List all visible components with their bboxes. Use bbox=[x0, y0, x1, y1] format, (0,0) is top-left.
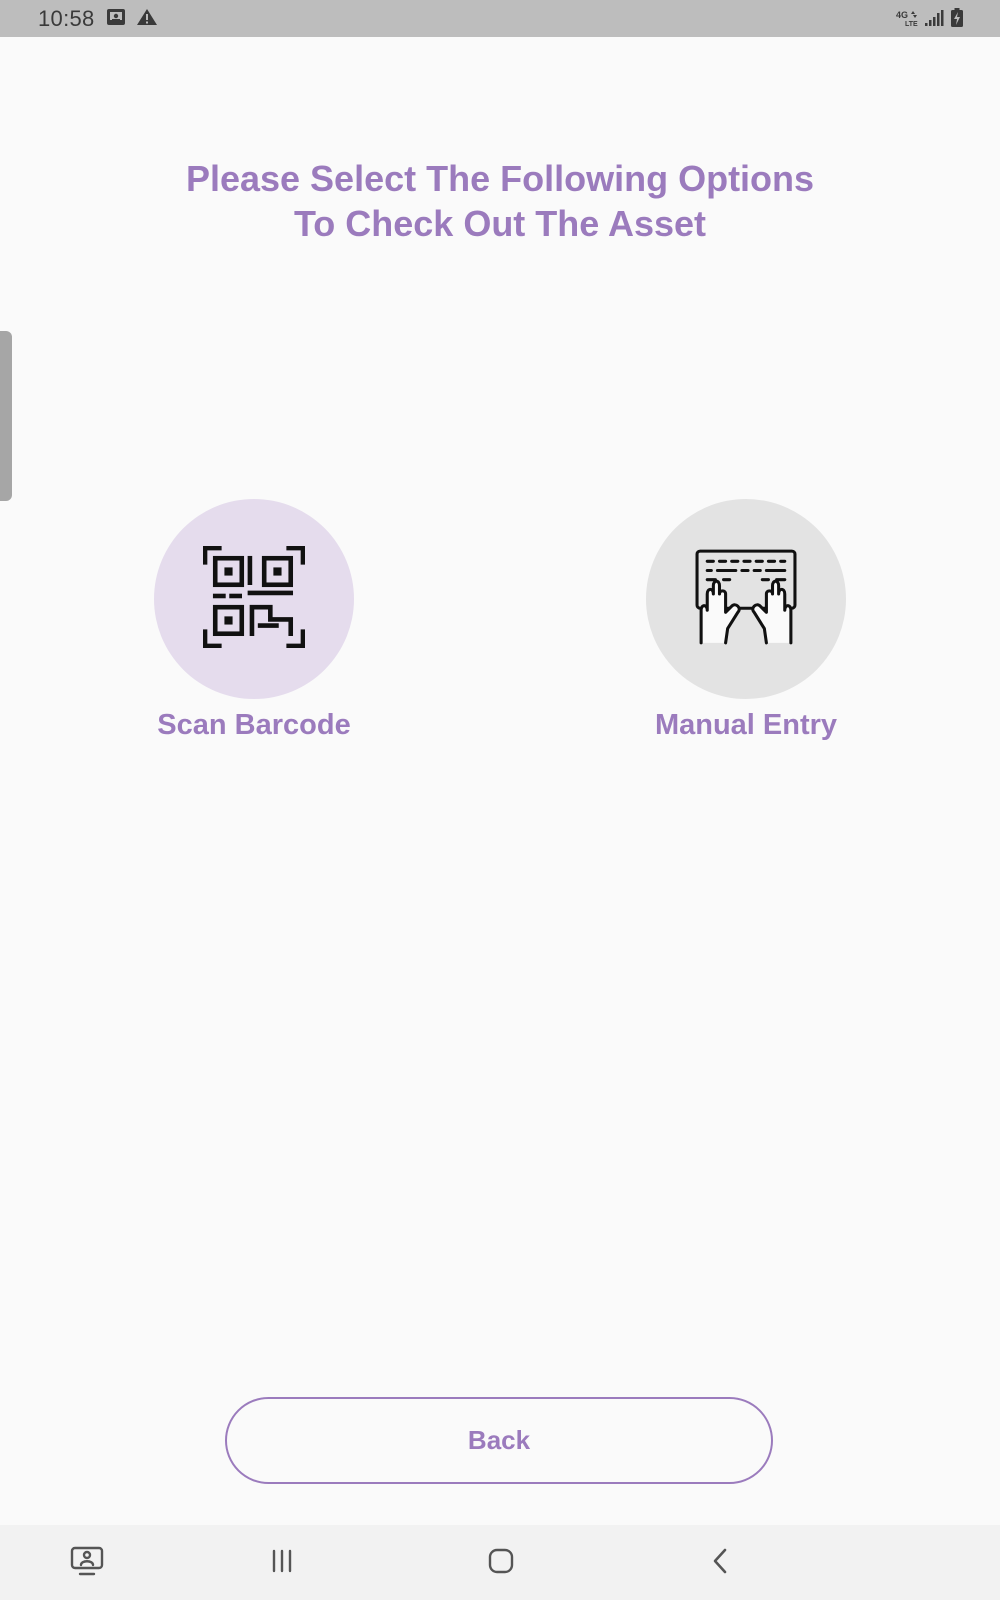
system-nav-bar bbox=[0, 1525, 1000, 1600]
manual-entry-button[interactable] bbox=[646, 499, 846, 699]
battery-charging-icon bbox=[950, 8, 964, 33]
scan-barcode-option[interactable]: Scan Barcode bbox=[124, 499, 384, 742]
keyboard-typing-icon bbox=[695, 549, 797, 650]
screenshot-icon bbox=[106, 8, 126, 31]
status-bar: 10:58 4G LTE bbox=[0, 0, 1000, 37]
manual-entry-label[interactable]: Manual Entry bbox=[655, 709, 837, 742]
back-button[interactable]: Back bbox=[225, 1397, 773, 1484]
status-time: 10:58 bbox=[38, 6, 95, 31]
heading-line-1: Please Select The Following Options bbox=[185, 158, 815, 199]
qr-code-icon bbox=[202, 545, 306, 653]
signal-icon bbox=[924, 9, 944, 32]
warning-icon bbox=[136, 8, 158, 31]
scan-barcode-label[interactable]: Scan Barcode bbox=[157, 709, 350, 742]
keyboard-switch-icon bbox=[70, 1546, 104, 1581]
home-button[interactable] bbox=[481, 1543, 521, 1583]
svg-text:4G: 4G bbox=[896, 10, 908, 20]
heading-line-2: To Check Out The Asset bbox=[293, 203, 707, 244]
recent-apps-icon bbox=[269, 1549, 295, 1578]
page-heading: Please Select The Following Options To C… bbox=[100, 156, 900, 246]
nav-back-button[interactable] bbox=[700, 1543, 740, 1583]
network-4g-icon: 4G LTE bbox=[896, 9, 918, 32]
home-icon bbox=[487, 1547, 515, 1580]
screen: 10:58 4G LTE Please Select The Following… bbox=[0, 0, 1000, 1600]
status-right-icons: 4G LTE bbox=[896, 8, 964, 33]
svg-text:LTE: LTE bbox=[905, 21, 918, 27]
scroll-indicator[interactable] bbox=[0, 331, 12, 501]
status-left-icons bbox=[106, 8, 158, 31]
scan-barcode-button[interactable] bbox=[154, 499, 354, 699]
keyboard-switch-button[interactable] bbox=[67, 1543, 107, 1583]
back-icon bbox=[710, 1547, 730, 1580]
manual-entry-option[interactable]: Manual Entry bbox=[616, 499, 876, 742]
recent-apps-button[interactable] bbox=[262, 1543, 302, 1583]
